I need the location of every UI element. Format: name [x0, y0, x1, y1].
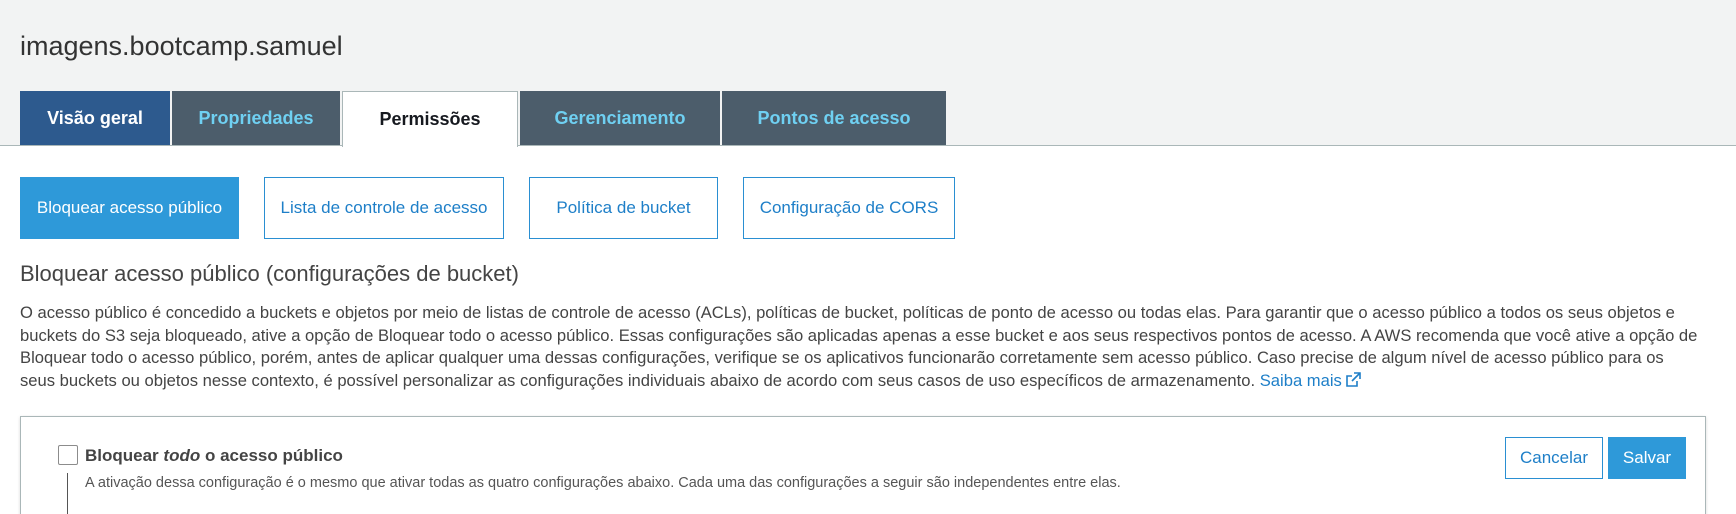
block-all-label-prefix: Bloquear	[85, 446, 159, 465]
block-all-label-emphasis: todo	[163, 446, 201, 465]
tab-access-points[interactable]: Pontos de acesso	[722, 91, 946, 145]
section-description: O acesso público é concedido a buckets e…	[20, 302, 1700, 392]
description-text: O acesso público é concedido a buckets e…	[20, 303, 1698, 390]
block-all-checkbox[interactable]	[58, 445, 78, 465]
nested-options-divider	[67, 473, 68, 514]
learn-more-label: Saiba mais	[1259, 370, 1342, 390]
subtab-block-public-access[interactable]: Bloquear acesso público	[20, 177, 239, 239]
external-link-icon	[1346, 371, 1361, 387]
save-button[interactable]: Salvar	[1608, 437, 1686, 479]
section-title: Bloquear acesso público (configurações d…	[20, 261, 519, 286]
learn-more-link[interactable]: Saiba mais	[1260, 371, 1361, 390]
subtab-acl[interactable]: Lista de controle de acesso	[264, 177, 504, 239]
block-public-access-card: Bloquear todo o acesso público A ativaçã…	[20, 416, 1706, 514]
block-all-help-text: A ativação dessa configuração é o mesmo …	[85, 475, 1121, 491]
tab-management[interactable]: Gerenciamento	[520, 91, 720, 145]
subtab-bucket-policy[interactable]: Política de bucket	[529, 177, 718, 239]
subtab-cors[interactable]: Configuração de CORS	[743, 177, 955, 239]
bucket-name-title: imagens.bootcamp.samuel	[20, 31, 343, 61]
permissions-subtab-bar: Bloquear acesso público Lista de control…	[20, 177, 980, 239]
main-tab-bar: Visão geral Propriedades Permissões Gere…	[20, 91, 948, 147]
tab-permissions[interactable]: Permissões	[342, 91, 518, 147]
tab-properties[interactable]: Propriedades	[172, 91, 340, 145]
block-all-label: Bloquear todo o acesso público	[85, 446, 343, 466]
cancel-button[interactable]: Cancelar	[1505, 437, 1603, 479]
block-all-label-suffix: o acesso público	[204, 446, 343, 465]
tab-overview[interactable]: Visão geral	[20, 91, 170, 145]
